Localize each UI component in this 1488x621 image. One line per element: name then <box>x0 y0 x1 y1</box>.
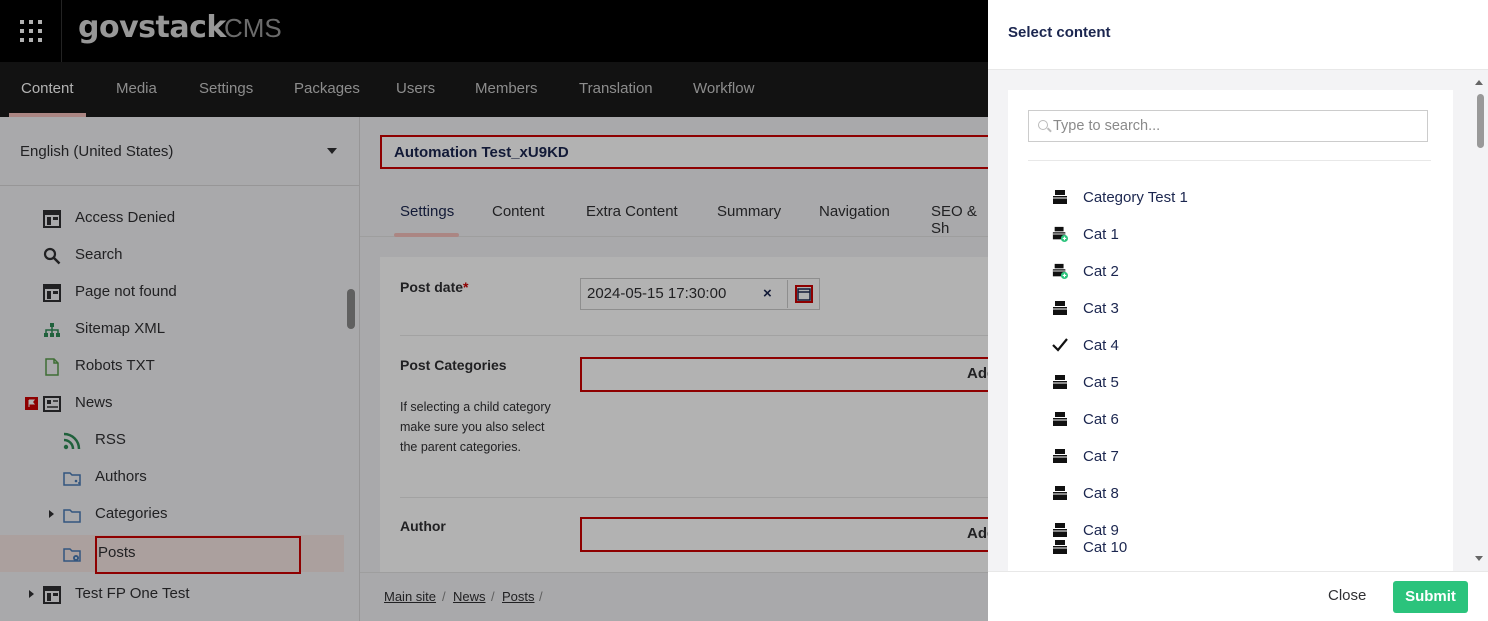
drawer-icon <box>1053 449 1067 463</box>
dialog-body: Category Test 1 Cat 1 Cat 2 Cat 3 Cat 4 … <box>988 70 1488 571</box>
list-item[interactable]: Cat 3 <box>1028 291 1428 328</box>
list-item[interactable]: Cat 7 <box>1028 439 1428 476</box>
list-item[interactable]: Cat 2 <box>1028 254 1428 291</box>
submit-button[interactable]: Submit <box>1393 581 1468 613</box>
scroll-down-icon[interactable] <box>1475 556 1483 561</box>
dialog-scrollbar[interactable] <box>1477 94 1484 148</box>
drawer-icon <box>1053 486 1067 500</box>
drawer-icon <box>1053 375 1067 389</box>
select-content-dialog: Select content Category Test 1 Cat 1 Cat… <box>988 0 1488 621</box>
dialog-header: Select content <box>988 0 1488 70</box>
list-item-label: Cat 6 <box>1083 411 1119 428</box>
divider <box>1028 160 1431 161</box>
list-item-label: Cat 2 <box>1083 263 1119 280</box>
list-item[interactable]: Cat 10 <box>1028 530 1428 567</box>
drawer-icon <box>1053 412 1067 426</box>
content-picker-panel: Category Test 1 Cat 1 Cat 2 Cat 3 Cat 4 … <box>1008 90 1453 571</box>
scroll-up-icon[interactable] <box>1475 80 1483 85</box>
drawer-icon <box>1053 540 1067 554</box>
list-item[interactable]: Cat 5 <box>1028 365 1428 402</box>
list-item[interactable]: Cat 1 <box>1028 217 1428 254</box>
list-item-label: Category Test 1 <box>1083 189 1188 206</box>
close-button[interactable]: Close <box>1328 587 1366 604</box>
drawer-icon <box>1053 190 1067 204</box>
dialog-title: Select content <box>1008 24 1111 41</box>
list-item-selected[interactable]: Cat 4 <box>1028 328 1428 365</box>
list-item-label: Cat 3 <box>1083 300 1119 317</box>
list-item[interactable]: Category Test 1 <box>1028 180 1428 217</box>
list-item-label: Cat 10 <box>1083 539 1128 556</box>
list-item-label: Cat 7 <box>1083 448 1119 465</box>
list-item[interactable]: Cat 6 <box>1028 402 1428 439</box>
list-item-label: Cat 1 <box>1083 226 1119 243</box>
list-item[interactable]: Cat 8 <box>1028 476 1428 513</box>
checkmark-icon <box>1052 338 1068 352</box>
drawer-add-icon <box>1052 226 1068 242</box>
search-input[interactable] <box>1053 115 1413 137</box>
search-icon <box>1038 120 1048 130</box>
list-item-label: Cat 8 <box>1083 485 1119 502</box>
list-item-label: Cat 5 <box>1083 374 1119 391</box>
modal-backdrop[interactable] <box>0 0 988 621</box>
drawer-add-icon <box>1052 263 1068 279</box>
drawer-icon <box>1053 301 1067 315</box>
list-item-label: Cat 4 <box>1083 337 1119 354</box>
search-field[interactable] <box>1028 110 1428 142</box>
dialog-footer: Close Submit <box>988 571 1488 621</box>
